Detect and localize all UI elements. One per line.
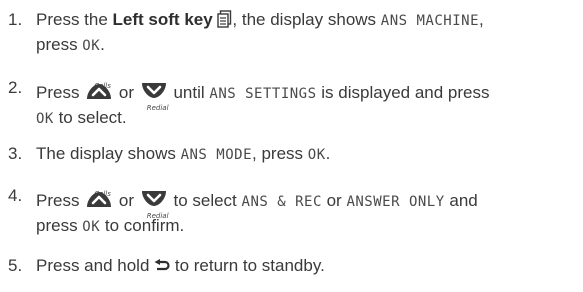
step-text-run: . — [325, 144, 331, 163]
step-text-run: Press and hold — [36, 256, 155, 275]
step-text-run: press — [36, 216, 83, 235]
instruction-steps: 1. Press the Left soft key , the display… — [0, 0, 583, 292]
step-text-run: Press — [36, 83, 85, 102]
calls-up-key-icon: Calls — [84, 184, 114, 210]
step-2: 2. Press Calls or Redial until ANS SETTI… — [8, 76, 578, 131]
lcd-text: ANSWER ONLY — [346, 194, 445, 210]
step-text-run: to select — [168, 191, 242, 210]
left-soft-key-icon — [217, 10, 232, 28]
step-text-run: press — [36, 35, 83, 54]
lcd-text: ANS SETTINGS — [209, 86, 317, 102]
step-text: Press Calls or Redial until ANS SETTINGS… — [36, 76, 578, 131]
step-number: 2. — [8, 78, 23, 97]
step-1: 1. Press the Left soft key , the display… — [8, 8, 578, 58]
lcd-text: ANS & REC — [241, 194, 322, 210]
redial-down-key-icon: Redial — [139, 76, 169, 112]
lcd-text: ANS MACHINE — [380, 13, 479, 29]
step-text-run: , — [479, 10, 484, 29]
step-4: 4. Press Calls or Redial to select ANS &… — [8, 184, 578, 239]
step-text-run: , press — [252, 144, 308, 163]
step-text: Press Calls or Redial to select ANS & RE… — [36, 184, 578, 239]
step-5: 5. Press and hold to return to standby. — [8, 254, 578, 278]
step-text-run: until — [168, 83, 210, 102]
step-number: 4. — [8, 186, 23, 205]
step-text-run: to select. — [53, 108, 127, 127]
step-text-run: or — [114, 191, 139, 210]
step-number: 5. — [8, 256, 23, 275]
step-text-run: . — [100, 35, 105, 54]
step-text-run: The display shows — [36, 144, 181, 163]
step-3: 3. The display shows ANS MODE, press OK. — [8, 142, 578, 167]
calls-up-key-icon: Calls — [84, 76, 114, 102]
step-text-run: and — [444, 191, 478, 210]
step-text-run: Press the — [36, 10, 113, 29]
step-number: 1. — [8, 10, 23, 29]
step-text: The display shows ANS MODE, press OK. — [36, 142, 578, 167]
step-text-run: to confirm. — [100, 216, 185, 235]
step-number: 3. — [8, 144, 23, 163]
step-text: Press and hold to return to standby. — [36, 254, 578, 278]
lcd-text: OK — [307, 147, 326, 163]
lcd-text: OK — [36, 111, 54, 127]
redial-down-key-icon: Redial — [139, 184, 169, 220]
step-text-run: or — [114, 83, 139, 102]
left-soft-key-label: Left soft key — [112, 10, 213, 29]
back-key-icon — [154, 256, 170, 271]
step-text-run: , the display shows — [232, 10, 381, 29]
lcd-text: OK — [82, 219, 101, 235]
step-text: Press the Left soft key , the display sh… — [36, 8, 578, 58]
lcd-text: ANS MODE — [180, 147, 253, 163]
step-text-run: or — [321, 191, 347, 210]
redial-label: Redial — [146, 212, 169, 220]
lcd-text: OK — [82, 38, 101, 54]
step-text-run: to return to standby. — [170, 256, 325, 275]
redial-label: Redial — [146, 104, 169, 112]
step-text-run: Press — [36, 191, 85, 210]
step-text-run: is displayed and press — [316, 83, 490, 102]
